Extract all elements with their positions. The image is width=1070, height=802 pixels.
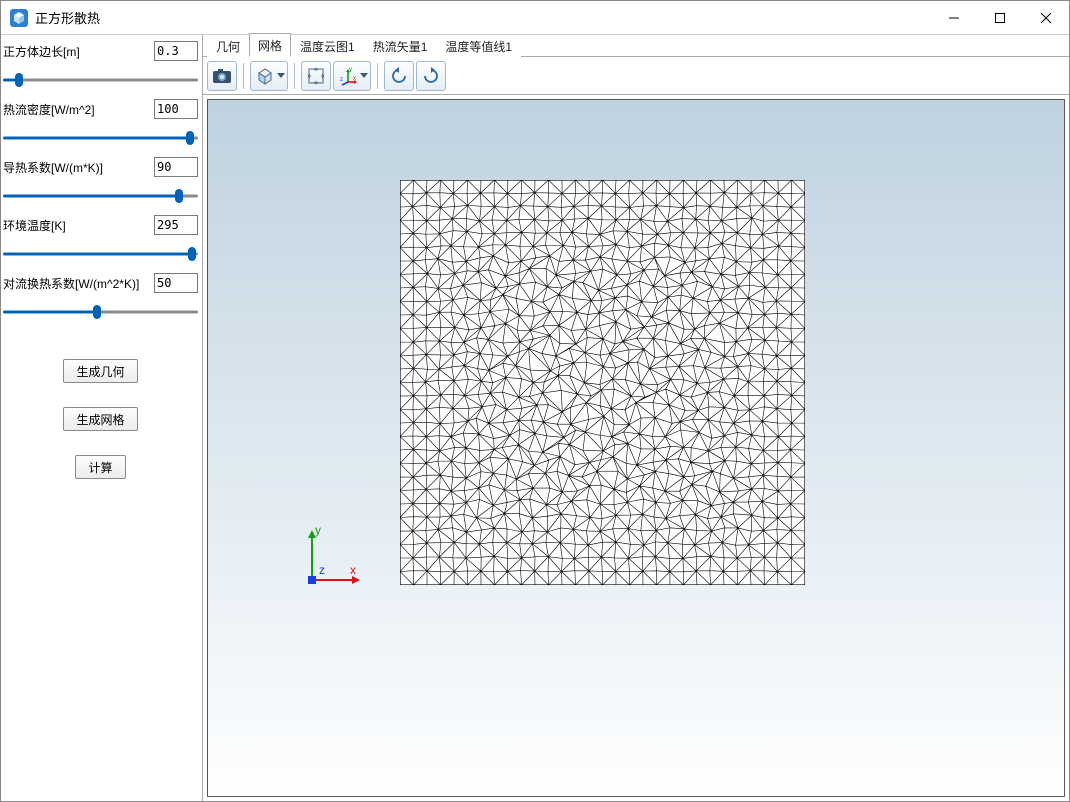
axis-x-label: x: [350, 563, 356, 577]
chevron-down-icon: [277, 73, 285, 78]
zoom-extents-button[interactable]: [301, 61, 331, 91]
axis-triad: y x z: [292, 520, 372, 590]
param-label: 热流密度[W/m^2]: [3, 101, 95, 118]
mesh-plot: [400, 180, 805, 585]
param-label: 正方体边长[m]: [3, 43, 80, 60]
ambient-temp-input[interactable]: [154, 215, 198, 235]
rotate-ccw-icon: [389, 66, 409, 86]
maximize-button[interactable]: [977, 1, 1023, 35]
axis-y-label: y: [315, 523, 321, 537]
app-icon: [9, 8, 29, 28]
param-label: 对流换热系数[W/(m^2*K)]: [3, 275, 139, 292]
zoom-extents-icon: [306, 66, 326, 86]
heat-flux-input[interactable]: [154, 99, 198, 119]
viewport-toolbar: y x z: [203, 57, 1069, 95]
param-conductivity: 导热系数[W/(m*K)]: [3, 157, 198, 203]
param-ambient-temp: 环境温度[K]: [3, 215, 198, 261]
cube-view-icon: [255, 66, 275, 86]
minimize-button[interactable]: [931, 1, 977, 35]
param-label: 环境温度[K]: [3, 217, 66, 234]
ambient-temp-slider[interactable]: [3, 247, 198, 261]
edge-length-slider[interactable]: [3, 73, 198, 87]
rotate-ccw-button[interactable]: [384, 61, 414, 91]
convection-coef-input[interactable]: [154, 273, 198, 293]
axes-triad-button[interactable]: y x z: [333, 61, 371, 91]
param-label: 导热系数[W/(m*K)]: [3, 159, 103, 176]
xyz-axes-icon: y x z: [338, 66, 358, 86]
tab-isotherm[interactable]: 温度等值线1: [436, 35, 521, 57]
convection-coef-slider[interactable]: [3, 305, 198, 319]
rotate-cw-button[interactable]: [416, 61, 446, 91]
tab-temperature[interactable]: 温度云图1: [291, 35, 364, 57]
compute-button[interactable]: 计算: [75, 455, 125, 479]
sidebar: 正方体边长[m] 热流密度[W/m^2] 导热系数[W/(m*K)]: [1, 35, 203, 801]
svg-text:z: z: [340, 77, 343, 83]
param-convection-coef: 对流换热系数[W/(m^2*K)]: [3, 273, 198, 319]
chevron-down-icon: [360, 73, 368, 78]
svg-text:y: y: [349, 67, 352, 73]
window-title: 正方形散热: [35, 8, 931, 27]
cube-view-button[interactable]: [250, 61, 288, 91]
tab-geometry[interactable]: 几何: [207, 35, 249, 57]
rotate-cw-icon: [421, 66, 441, 86]
tab-mesh[interactable]: 网格: [249, 33, 291, 57]
svg-text:x: x: [353, 76, 356, 82]
axis-z-label: z: [319, 563, 325, 577]
tab-heatflow[interactable]: 热流矢量1: [364, 35, 437, 57]
viewport[interactable]: y x z: [207, 99, 1065, 797]
param-edge-length: 正方体边长[m]: [3, 41, 198, 87]
tab-bar: 几何 网格 温度云图1 热流矢量1 温度等值线1: [203, 35, 1069, 57]
conductivity-input[interactable]: [154, 157, 198, 177]
main-area: 几何 网格 温度云图1 热流矢量1 温度等值线1: [203, 35, 1069, 801]
screenshot-icon: [212, 68, 232, 84]
titlebar: 正方形散热: [1, 1, 1069, 35]
edge-length-input[interactable]: [154, 41, 198, 61]
conductivity-slider[interactable]: [3, 189, 198, 203]
generate-geometry-button[interactable]: 生成几何: [63, 359, 137, 383]
param-heat-flux: 热流密度[W/m^2]: [3, 99, 198, 145]
generate-mesh-button[interactable]: 生成网格: [63, 407, 137, 431]
screenshot-button[interactable]: [207, 61, 237, 91]
close-button[interactable]: [1023, 1, 1069, 35]
heat-flux-slider[interactable]: [3, 131, 198, 145]
